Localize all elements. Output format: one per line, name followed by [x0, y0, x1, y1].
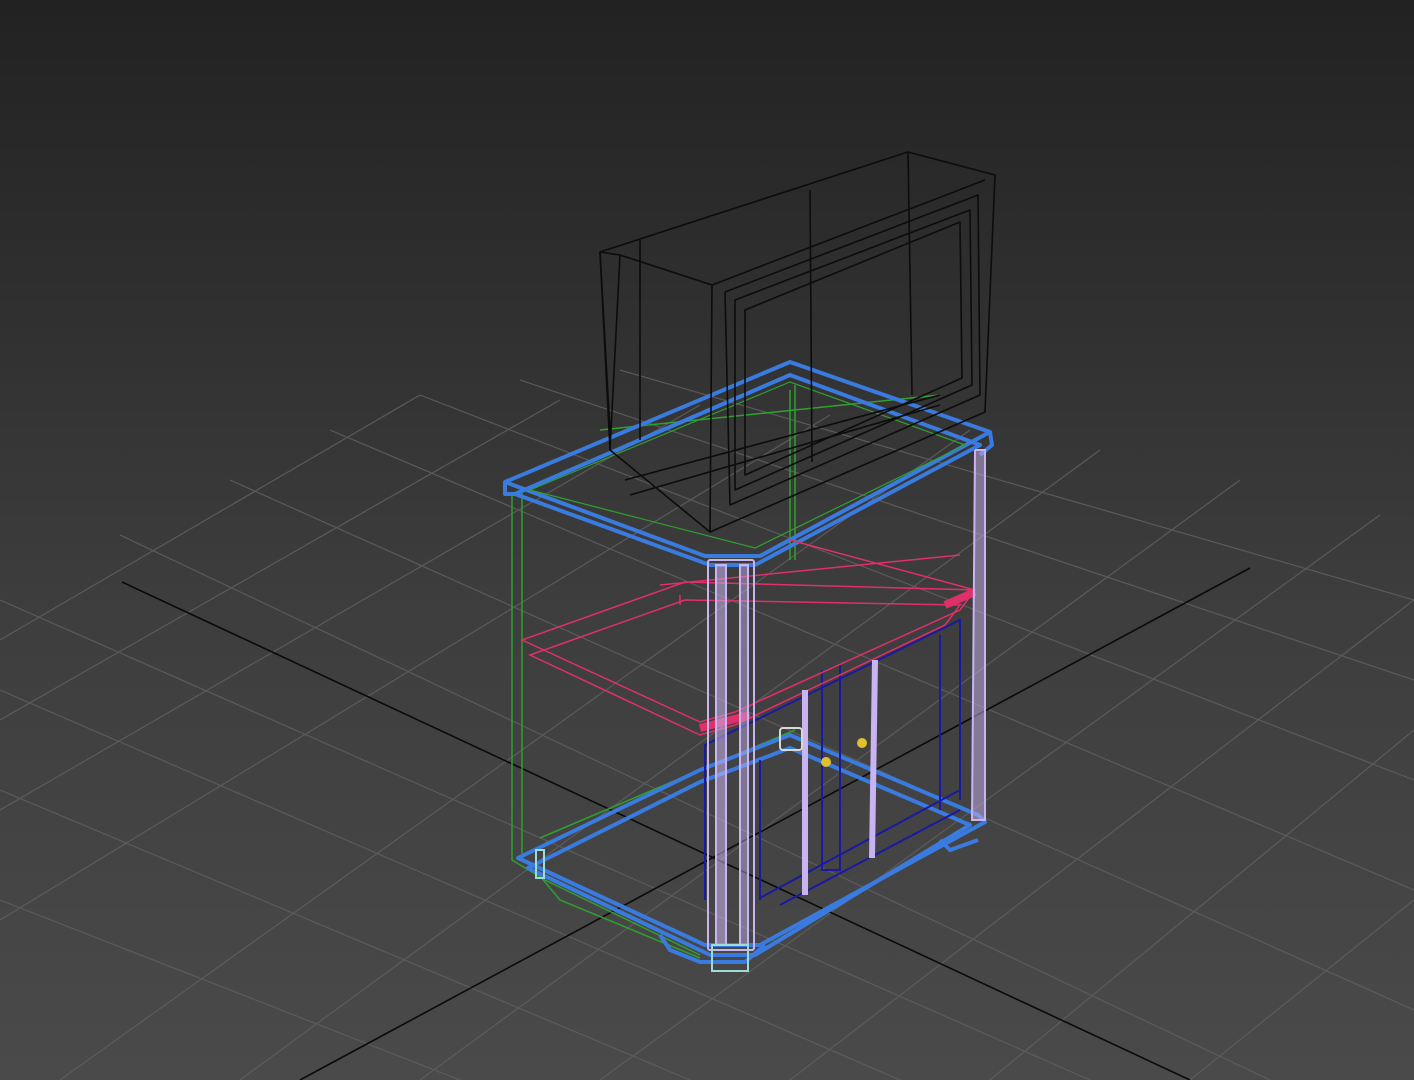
nightstand-top[interactable] [503, 360, 994, 567]
tv-wireframe[interactable] [599, 151, 996, 533]
viewport-scene[interactable] [0, 0, 1414, 1080]
3d-viewport[interactable] [0, 0, 1414, 1080]
world-axes [121, 567, 1251, 1080]
nightstand-base[interactable] [516, 733, 987, 964]
